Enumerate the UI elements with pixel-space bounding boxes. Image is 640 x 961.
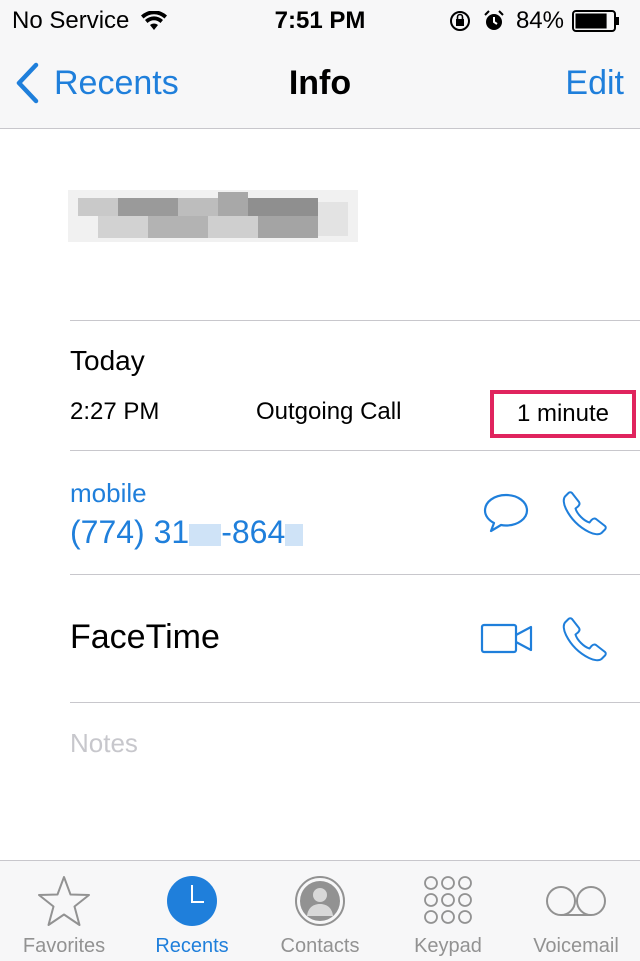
phone-label: mobile	[70, 478, 147, 508]
facetime-label: FaceTime	[70, 618, 220, 656]
tab-label: Keypad	[414, 935, 482, 957]
voicemail-icon	[546, 886, 606, 916]
call-day-label: Today	[70, 345, 145, 376]
rotation-lock-icon	[449, 11, 470, 31]
phone-call-icon[interactable]	[562, 490, 608, 536]
tab-label: Contacts	[280, 935, 360, 957]
alarm-icon	[484, 10, 504, 30]
message-icon[interactable]	[482, 492, 530, 534]
tab-contacts[interactable]: Contacts	[256, 861, 384, 961]
page-title: Info	[288, 64, 352, 102]
redacted-digits	[189, 523, 222, 546]
tab-voicemail[interactable]: Voicemail	[512, 861, 640, 961]
phone-number[interactable]: (774) 31 -864	[70, 514, 304, 551]
edit-button[interactable]: Edit	[565, 64, 624, 103]
separator	[70, 450, 640, 451]
person-icon	[295, 876, 345, 926]
tab-keypad[interactable]: Keypad	[384, 861, 512, 961]
clock-icon	[167, 876, 217, 926]
facetime-audio-icon[interactable]	[562, 616, 608, 662]
phone-number-part2: -864	[221, 514, 286, 550]
keypad-icon	[424, 876, 472, 924]
separator	[70, 702, 640, 703]
call-time: 2:27 PM	[70, 398, 160, 425]
status-bar: No Service 7:51 PM 84%	[0, 0, 640, 40]
call-duration-highlighted: 1 minute	[490, 390, 636, 438]
navigation-bar: Recents Info Edit	[0, 40, 640, 129]
tab-bar: Favorites Recents Contacts Keypad Voicem…	[0, 860, 640, 961]
redacted-digits	[285, 523, 304, 546]
tab-label: Voicemail	[533, 935, 619, 957]
separator	[70, 574, 640, 575]
phone-number-part1: (774) 31	[70, 514, 190, 550]
contact-name-redacted	[68, 190, 358, 242]
battery-icon	[572, 10, 619, 32]
call-type: Outgoing Call	[256, 398, 402, 425]
tab-label: Recents	[155, 935, 229, 957]
separator	[70, 320, 640, 321]
status-right: 84%	[448, 7, 630, 35]
battery-percent: 84%	[515, 7, 564, 34]
tab-recents[interactable]: Recents	[128, 861, 256, 961]
video-camera-icon[interactable]	[480, 622, 534, 656]
notes-field[interactable]: Notes	[70, 728, 138, 759]
tab-label: Favorites	[22, 935, 106, 957]
star-icon	[38, 876, 90, 926]
tab-favorites[interactable]: Favorites	[0, 861, 128, 961]
